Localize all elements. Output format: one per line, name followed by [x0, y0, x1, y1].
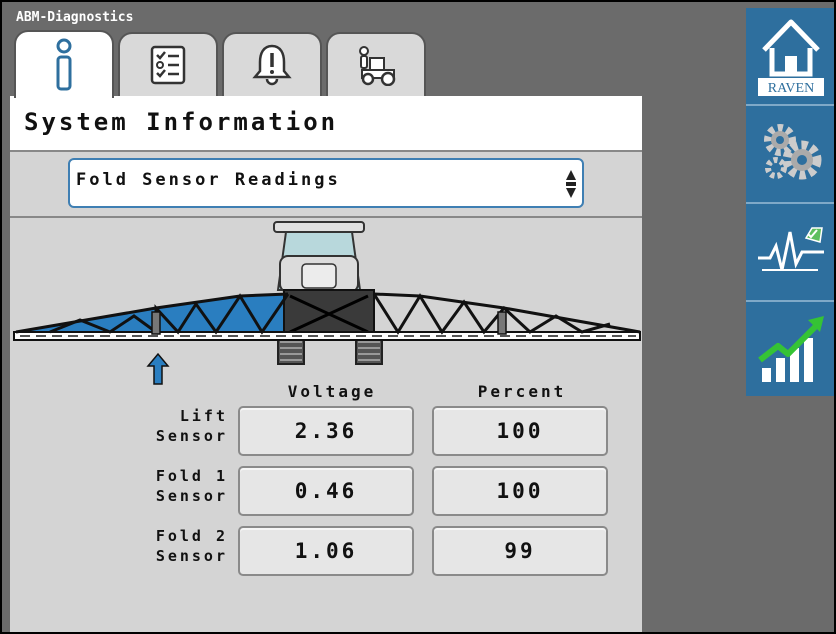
diagnostics-icon: [758, 227, 824, 271]
fold2-sensor-voltage: 1.06: [238, 526, 414, 576]
tab-info[interactable]: [14, 30, 114, 98]
diagnostics-button[interactable]: [746, 204, 834, 296]
gears-icon: [764, 124, 822, 180]
tractor-icon: [359, 46, 396, 86]
tab-machine[interactable]: [326, 32, 426, 96]
page-title: System Information: [24, 108, 339, 136]
fold1-sensor-voltage: 0.46: [238, 466, 414, 516]
title-strip: ABM-Diagnostics: [10, 6, 642, 98]
main-panel: ABM-Diagnostics System Information Fold …: [10, 6, 642, 632]
fold2-sensor-percent: 99: [432, 526, 608, 576]
alarm-bell-icon: [252, 44, 292, 86]
home-button[interactable]: RAVEN: [746, 8, 834, 100]
location-arrow-icon: [146, 352, 170, 385]
tab-checklist[interactable]: [118, 32, 218, 96]
window-frame: ABM-Diagnostics System Information Fold …: [0, 0, 836, 634]
tab-alarms[interactable]: [222, 32, 322, 96]
row-label-lift-sensor: Lift Sensor: [155, 407, 228, 445]
home-icon: RAVEN: [758, 19, 824, 96]
performance-chart-icon: [758, 316, 824, 382]
lift-sensor-voltage: 2.36: [238, 406, 414, 456]
app-title: ABM-Diagnostics: [16, 10, 134, 25]
performance-button[interactable]: [746, 302, 834, 394]
updown-arrows-icon[interactable]: [564, 166, 578, 202]
column-header-voltage: Voltage: [287, 382, 377, 401]
column-header-percent: Percent: [477, 382, 567, 401]
selector-value: Fold Sensor Readings: [76, 170, 341, 190]
page-header: System Information: [10, 96, 642, 152]
side-nav: RAVEN: [746, 8, 834, 396]
settings-button[interactable]: [746, 106, 834, 198]
sprayer-boom-diagram: [13, 221, 641, 385]
row-label-fold2-sensor: Fold 2 Sensor: [155, 527, 228, 565]
divider: [10, 216, 642, 218]
lift-sensor-percent: 100: [432, 406, 608, 456]
row-label-fold1-sensor: Fold 1 Sensor: [155, 467, 228, 505]
diagnostic-selector[interactable]: Fold Sensor Readings: [68, 158, 584, 208]
info-icon: [56, 38, 72, 91]
fold1-sensor-percent: 100: [432, 466, 608, 516]
checklist-icon: [150, 45, 186, 85]
raven-brand-text: RAVEN: [768, 81, 814, 96]
